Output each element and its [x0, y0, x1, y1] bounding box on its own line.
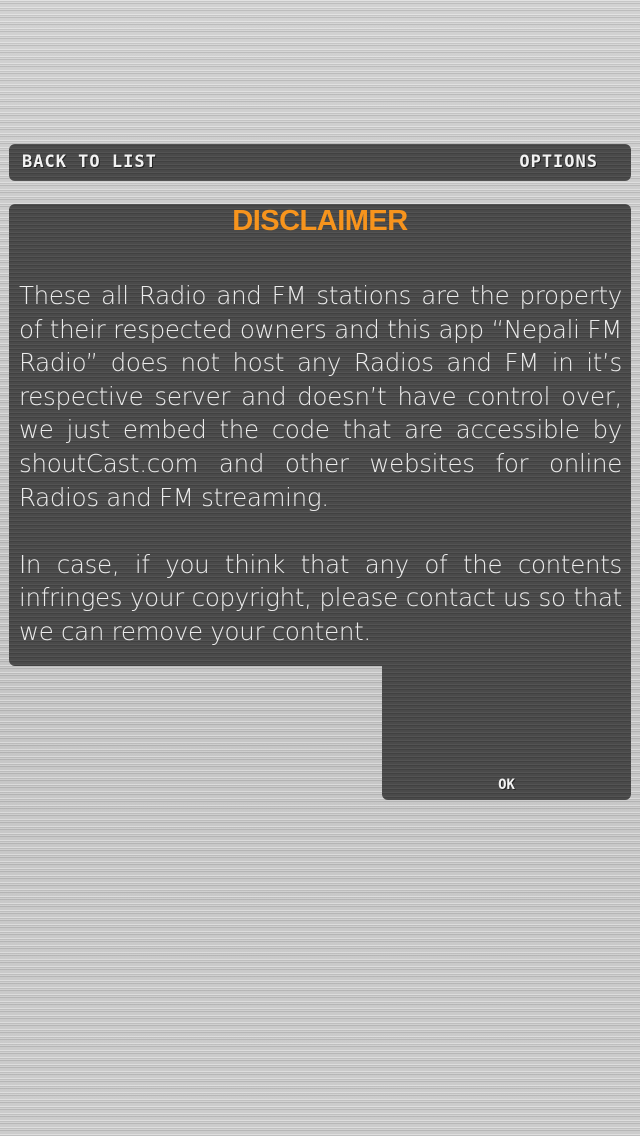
top-navigation-bar: Back to list Options — [9, 144, 631, 181]
disclaimer-paragraph: These all Radio and FM stations are the … — [19, 281, 622, 512]
options-button[interactable]: Options — [519, 144, 598, 181]
disclaimer-text: These all Radio and FM stations are the … — [19, 279, 622, 682]
disclaimer-paragraph: In case, if you think that any of the co… — [19, 549, 622, 646]
back-to-list-button[interactable]: Back to list — [22, 144, 157, 181]
dialog-title: DISCLAIMER — [232, 205, 408, 237]
ok-button[interactable]: OK — [382, 770, 631, 800]
